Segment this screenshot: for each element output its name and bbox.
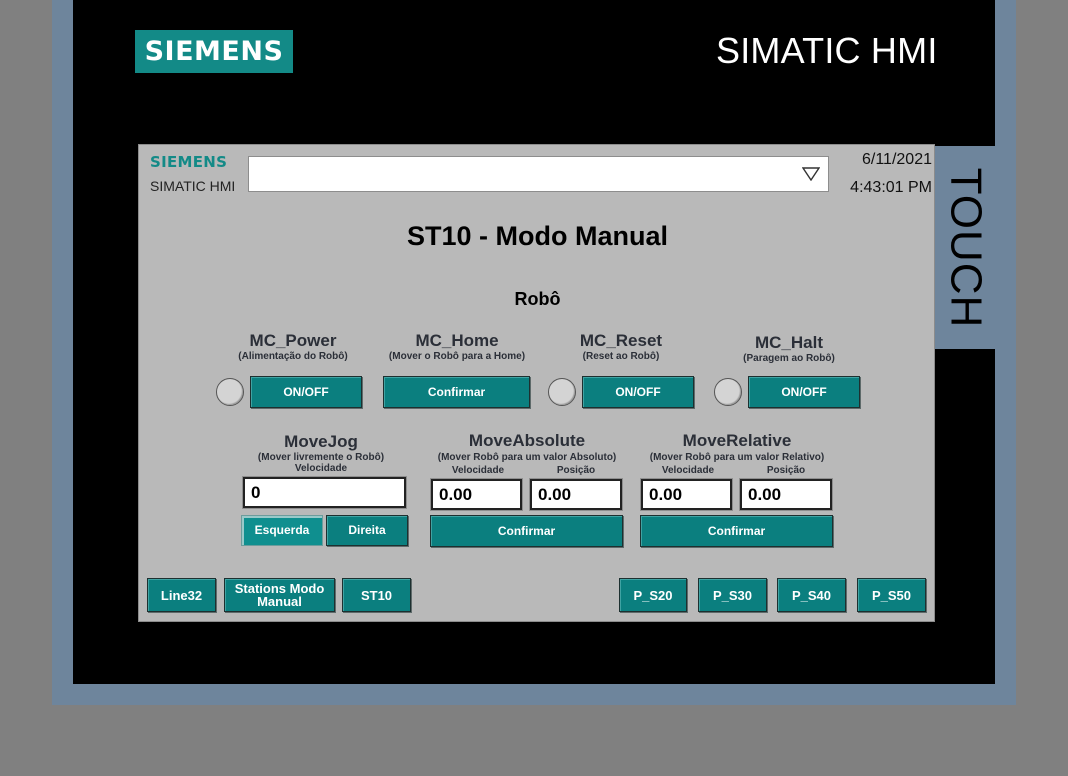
mc-home-title: MC_Home [415, 331, 499, 350]
nav-p-s50-button[interactable]: P_S50 [857, 578, 926, 612]
movejog-left-button[interactable]: Esquerda [241, 515, 323, 546]
nav-st10-button[interactable]: ST10 [342, 578, 411, 612]
mc-halt-status-lamp [714, 378, 742, 406]
moverelative-confirm-button[interactable]: Confirmar [640, 515, 833, 547]
mc-power-status-lamp [216, 378, 244, 406]
screen-select-dropdown[interactable] [248, 156, 829, 192]
moverelative-velocity-label: Velocidade [661, 465, 715, 476]
mc-power-toggle-button[interactable]: ON/OFF [250, 376, 362, 408]
touch-label: TOUCH [941, 167, 991, 328]
mc-reset-title: MC_Reset [579, 331, 663, 350]
siemens-logo: SIEMENS [135, 30, 293, 73]
moverelative-velocity-input[interactable]: 0.00 [641, 479, 732, 510]
page-title: ST10 - Modo Manual [406, 221, 668, 251]
hmi-screen: SIEMENS SIMATIC HMI 6/11/2021 4:43:01 PM… [138, 144, 935, 622]
screen-subtitle: SIMATIC HMI [150, 178, 236, 194]
movejog-velocity-input[interactable]: 0 [243, 477, 406, 508]
nav-stations-modo-manual-button[interactable]: Stations Modo Manual [224, 578, 335, 612]
mc-halt-toggle-button[interactable]: ON/OFF [748, 376, 860, 408]
nav-p-s40-button[interactable]: P_S40 [777, 578, 846, 612]
movejog-title: MoveJog [284, 432, 358, 451]
touch-strip: TOUCH [935, 146, 995, 349]
section-title: Robô [514, 289, 561, 309]
movejog-right-button[interactable]: Direita [326, 515, 408, 546]
mc-reset-status-lamp [548, 378, 576, 406]
mc-power-subtitle: (Alimentação do Robô) [238, 351, 348, 362]
chevron-down-icon[interactable] [802, 167, 820, 181]
moveabsolute-title: MoveAbsolute [468, 431, 586, 450]
mc-halt-title: MC_Halt [754, 333, 823, 352]
moveabsolute-position-label: Posição [556, 465, 596, 476]
moveabsolute-velocity-label: Velocidade [451, 465, 505, 476]
moveabsolute-velocity-input[interactable]: 0.00 [431, 479, 522, 510]
movejog-velocity-label: Velocidade [294, 463, 348, 474]
moverelative-position-label: Posição [766, 465, 806, 476]
mc-reset-subtitle: (Reset ao Robô) [582, 351, 660, 362]
moverelative-title: MoveRelative [682, 431, 792, 450]
mc-home-confirm-button[interactable]: Confirmar [383, 376, 530, 408]
moverelative-subtitle: (Mover Robô para um valor Relativo) [649, 452, 825, 463]
movejog-subtitle: (Mover livremente o Robô) [257, 452, 385, 463]
mc-halt-subtitle: (Paragem ao Robô) [743, 353, 835, 364]
nav-line32-button[interactable]: Line32 [147, 578, 216, 612]
time-display: 4:43:01 PM [850, 179, 932, 196]
date-display: 6/11/2021 [862, 151, 932, 168]
mc-home-subtitle: (Mover o Robô para a Home) [388, 351, 526, 362]
device-model-label: SIMATIC HMI [716, 30, 938, 71]
screen-logo: SIEMENS [150, 153, 228, 171]
moveabsolute-confirm-button[interactable]: Confirmar [430, 515, 623, 547]
moverelative-position-input[interactable]: 0.00 [740, 479, 832, 510]
nav-p-s20-button[interactable]: P_S20 [619, 578, 687, 612]
mc-reset-toggle-button[interactable]: ON/OFF [582, 376, 694, 408]
moveabsolute-subtitle: (Mover Robô para um valor Absoluto) [437, 452, 617, 463]
nav-p-s30-button[interactable]: P_S30 [698, 578, 767, 612]
moveabsolute-position-input[interactable]: 0.00 [530, 479, 622, 510]
mc-power-title: MC_Power [249, 331, 337, 350]
